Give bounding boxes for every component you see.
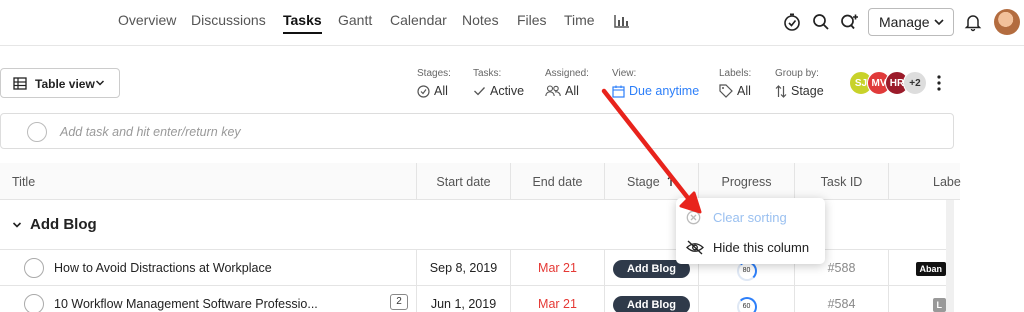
- filter-assigned[interactable]: Assigned: All: [545, 68, 589, 98]
- table-row[interactable]: 10 Workflow Management Software Professi…: [0, 286, 950, 312]
- column-header-title[interactable]: Title: [0, 163, 416, 200]
- filter-view-value: Due anytime: [629, 84, 700, 98]
- filter-group-by-value: Stage: [791, 84, 824, 98]
- top-navigation: Overview Discussions Tasks Gantt Calenda…: [0, 0, 1024, 46]
- end-date[interactable]: Mar 21: [510, 286, 604, 312]
- filter-view-label: View:: [612, 68, 637, 79]
- task-title[interactable]: How to Avoid Distractions at Workplace: [54, 250, 394, 286]
- table-grid-icon: [13, 77, 27, 90]
- filter-view[interactable]: View: Due anytime: [612, 68, 699, 98]
- filter-labels[interactable]: Labels: All: [719, 68, 751, 98]
- users-icon: [545, 85, 561, 97]
- user-avatar[interactable]: [994, 9, 1020, 35]
- manage-dropdown[interactable]: Manage: [868, 8, 954, 36]
- tab-calendar[interactable]: Calendar: [390, 12, 447, 28]
- timer-icon[interactable]: [782, 12, 802, 32]
- close-circle-icon: [686, 210, 701, 225]
- column-header-start-date[interactable]: Start date: [416, 163, 510, 200]
- check-circle-icon: [417, 84, 430, 98]
- search-icon[interactable]: [811, 12, 831, 32]
- filter-stages[interactable]: Stages: All: [417, 68, 451, 98]
- filter-tasks-label: Tasks:: [473, 68, 502, 79]
- hide-column-menu-item[interactable]: Hide this column: [676, 232, 825, 262]
- stage-pill[interactable]: Add Blog: [613, 296, 690, 312]
- manage-label: Manage: [879, 14, 930, 30]
- eye-off-icon: [686, 240, 704, 255]
- filter-tasks-value: Active: [490, 84, 525, 98]
- quick-add-icon[interactable]: [839, 12, 859, 32]
- tab-notes[interactable]: Notes: [462, 12, 499, 28]
- chevron-down-icon[interactable]: [12, 220, 22, 230]
- chevron-down-icon: [95, 80, 105, 86]
- group-title: Add Blog: [30, 216, 97, 233]
- tab-time[interactable]: Time: [564, 12, 595, 28]
- column-header-progress[interactable]: Progress: [698, 163, 794, 200]
- start-date[interactable]: Jun 1, 2019: [416, 286, 510, 312]
- filter-assigned-label: Assigned:: [545, 68, 589, 79]
- bell-icon[interactable]: [963, 12, 983, 32]
- filter-group-by[interactable]: Group by: Stage: [775, 68, 824, 98]
- label-tag[interactable]: Aban: [915, 262, 946, 276]
- filter-stages-value: All: [434, 84, 448, 98]
- column-header-task-id[interactable]: Task ID: [794, 163, 888, 200]
- filter-group-by-label: Group by:: [775, 68, 819, 79]
- column-header-labels[interactable]: Labe: [888, 163, 961, 200]
- check-icon: [474, 87, 485, 96]
- end-date[interactable]: Mar 21: [510, 250, 604, 286]
- task-complete-checkbox[interactable]: [24, 258, 44, 278]
- labels-cell[interactable]: L: [888, 286, 946, 312]
- progress-cell: 60: [698, 286, 794, 312]
- chevron-down-icon: [934, 19, 944, 26]
- more-avatars-badge[interactable]: +2: [903, 71, 927, 95]
- column-header-stage-label: Stage: [627, 175, 660, 189]
- progress-ring: 60: [736, 297, 757, 312]
- progress-ring: 80: [736, 261, 757, 281]
- add-task-placeholder: Add task and hit enter/return key: [60, 125, 241, 139]
- task-complete-checkbox[interactable]: [24, 294, 44, 312]
- table-view-label: Table view: [35, 77, 95, 91]
- reports-chart-icon[interactable]: [614, 14, 630, 28]
- tag-icon: [719, 84, 733, 98]
- table-view-dropdown[interactable]: Table view: [0, 68, 120, 98]
- task-checkbox: [27, 122, 47, 142]
- calendar-icon: [612, 85, 625, 98]
- tab-gantt[interactable]: Gantt: [338, 12, 372, 28]
- comment-count-badge[interactable]: 2: [390, 294, 408, 310]
- filter-assigned-value: All: [565, 84, 579, 98]
- tab-files[interactable]: Files: [517, 12, 547, 28]
- more-options-icon[interactable]: [936, 75, 942, 91]
- label-tag[interactable]: L: [932, 298, 946, 312]
- filter-tasks[interactable]: Tasks: Active: [473, 68, 524, 98]
- tab-discussions[interactable]: Discussions: [191, 12, 266, 28]
- table-header: Title Start date End date Stage Progress…: [0, 163, 961, 200]
- tab-overview[interactable]: Overview: [118, 12, 176, 28]
- filter-stages-label: Stages:: [417, 68, 451, 79]
- column-header-end-date[interactable]: End date: [510, 163, 604, 200]
- stage-cell[interactable]: Add Blog: [604, 286, 698, 312]
- clear-sorting-menu-item[interactable]: Clear sorting: [676, 202, 825, 232]
- column-context-menu: Clear sorting Hide this column: [676, 198, 825, 264]
- sort-icon: [775, 84, 787, 98]
- filter-labels-value: All: [737, 84, 751, 98]
- tab-tasks[interactable]: Tasks: [283, 12, 322, 34]
- hide-column-label: Hide this column: [713, 240, 810, 255]
- column-header-stage[interactable]: Stage: [604, 163, 698, 200]
- vertical-scrollbar[interactable]: [946, 200, 954, 312]
- sort-ascending-icon: [667, 175, 675, 186]
- filter-labels-label: Labels:: [719, 68, 752, 79]
- labels-cell[interactable]: Aban: [888, 250, 946, 286]
- clear-sorting-label: Clear sorting: [713, 210, 787, 225]
- task-id: #584: [794, 286, 888, 312]
- add-task-input[interactable]: Add task and hit enter/return key: [0, 113, 954, 149]
- task-title[interactable]: 10 Workflow Management Software Professi…: [54, 286, 384, 312]
- start-date[interactable]: Sep 8, 2019: [416, 250, 510, 286]
